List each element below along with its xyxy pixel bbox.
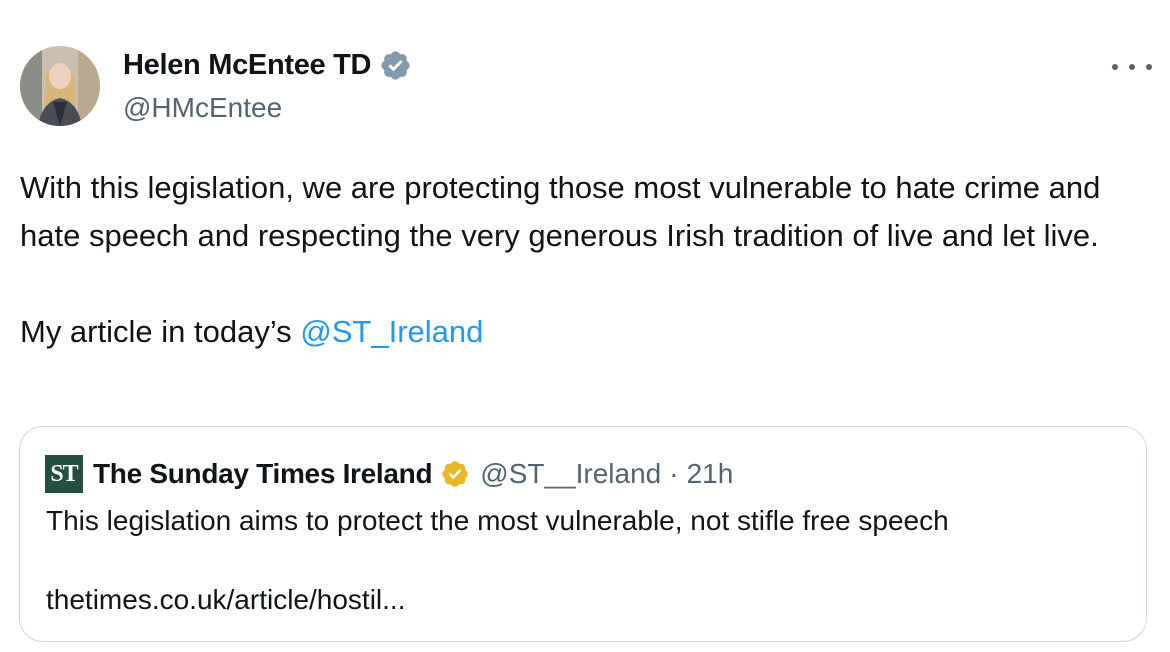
author-handle[interactable]: @HMcEntee	[123, 92, 282, 124]
quoted-author-name[interactable]: The Sunday Times Ireland	[93, 458, 433, 490]
author-name[interactable]: Helen McEntee TD	[123, 49, 412, 82]
quoted-tweet-time[interactable]: 21h	[687, 458, 734, 490]
quoted-tweet-header: ST The Sunday Times Ireland @ST__Ireland…	[45, 455, 733, 493]
more-options-button[interactable]	[1112, 60, 1152, 74]
quoted-tweet-link[interactable]: thetimes.co.uk/article/hostil...	[46, 580, 405, 620]
gold-verified-badge-icon	[442, 461, 469, 487]
quoted-tweet-card[interactable]: ST The Sunday Times Ireland @ST__Ireland…	[19, 426, 1147, 642]
verified-badge-icon	[381, 51, 410, 80]
separator-dot: ·	[669, 458, 679, 489]
ellipsis-icon-dot	[1146, 64, 1152, 70]
ellipsis-icon-dot	[1129, 64, 1135, 70]
tweet-body: With this legislation, we are protecting…	[20, 170, 1101, 349]
ellipsis-icon	[1112, 64, 1118, 70]
sunday-times-logo[interactable]: ST	[45, 455, 83, 493]
tweet-text: With this legislation, we are protecting…	[20, 164, 1140, 356]
mention-link[interactable]: @ST_Ireland	[300, 314, 483, 349]
author-avatar[interactable]	[20, 46, 100, 126]
avatar-photo	[20, 46, 100, 126]
quoted-author-handle[interactable]: @ST__Ireland	[480, 458, 661, 490]
author-name-text[interactable]: Helen McEntee TD	[123, 49, 372, 82]
quoted-tweet-text: This legislation aims to protect the mos…	[46, 505, 949, 536]
